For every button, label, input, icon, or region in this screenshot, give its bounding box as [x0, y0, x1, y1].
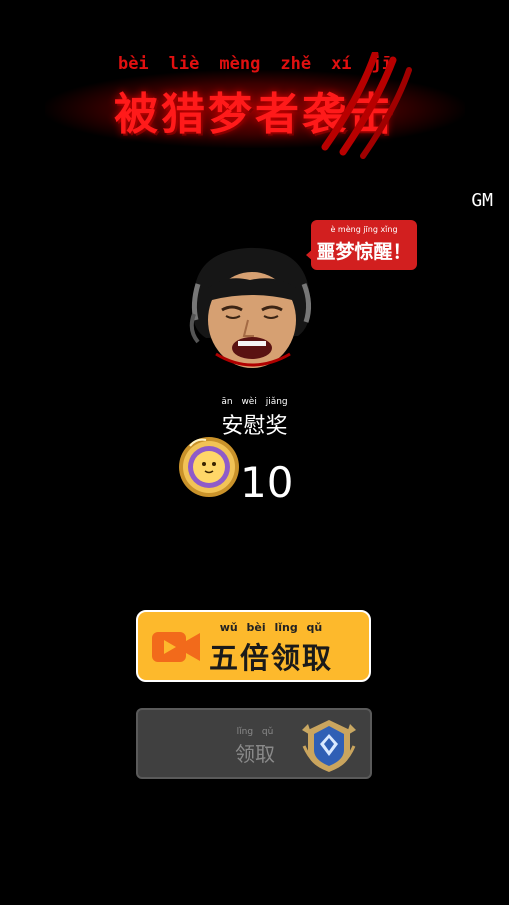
- reward-title-pinyin: ān wèi jiǎng: [221, 397, 288, 407]
- video-camera-icon: [152, 632, 200, 662]
- title-pinyin-syllable: liè: [168, 54, 200, 74]
- reward-title: 安慰奖: [221, 414, 288, 439]
- speech-bubble-pinyin: è mèng jīng xǐng: [330, 225, 398, 234]
- claim-pinyin: lǐng qǔ: [236, 727, 274, 737]
- rank-emblem-icon: [302, 720, 356, 772]
- five-times-claim-pinyin: wǔ bèi lǐng qǔ: [219, 621, 323, 634]
- claim-button[interactable]: lǐng qǔ 领取: [136, 708, 372, 779]
- speech-bubble-text: 噩梦惊醒！: [316, 241, 412, 263]
- five-times-claim-label: 五倍领取: [208, 641, 333, 675]
- gm-button[interactable]: GM: [471, 190, 493, 211]
- five-times-claim-button[interactable]: wǔ bèi lǐng qǔ 五倍领取: [136, 610, 371, 682]
- crying-face-avatar: [189, 247, 312, 368]
- speech-bubble: è mèng jīng xǐng 噩梦惊醒！: [311, 220, 417, 270]
- claim-label: 领取: [235, 742, 275, 766]
- title-pinyin-syllable: mèng: [219, 54, 261, 74]
- reward-amount: 10: [240, 458, 294, 507]
- title-banner: bèi liè mèng zhě xí jī 被猎梦者袭击: [45, 52, 465, 159]
- claw-scratch-icon: [321, 52, 412, 159]
- title-pinyin-syllable: bèi: [117, 54, 149, 74]
- coin-icon: [179, 437, 239, 497]
